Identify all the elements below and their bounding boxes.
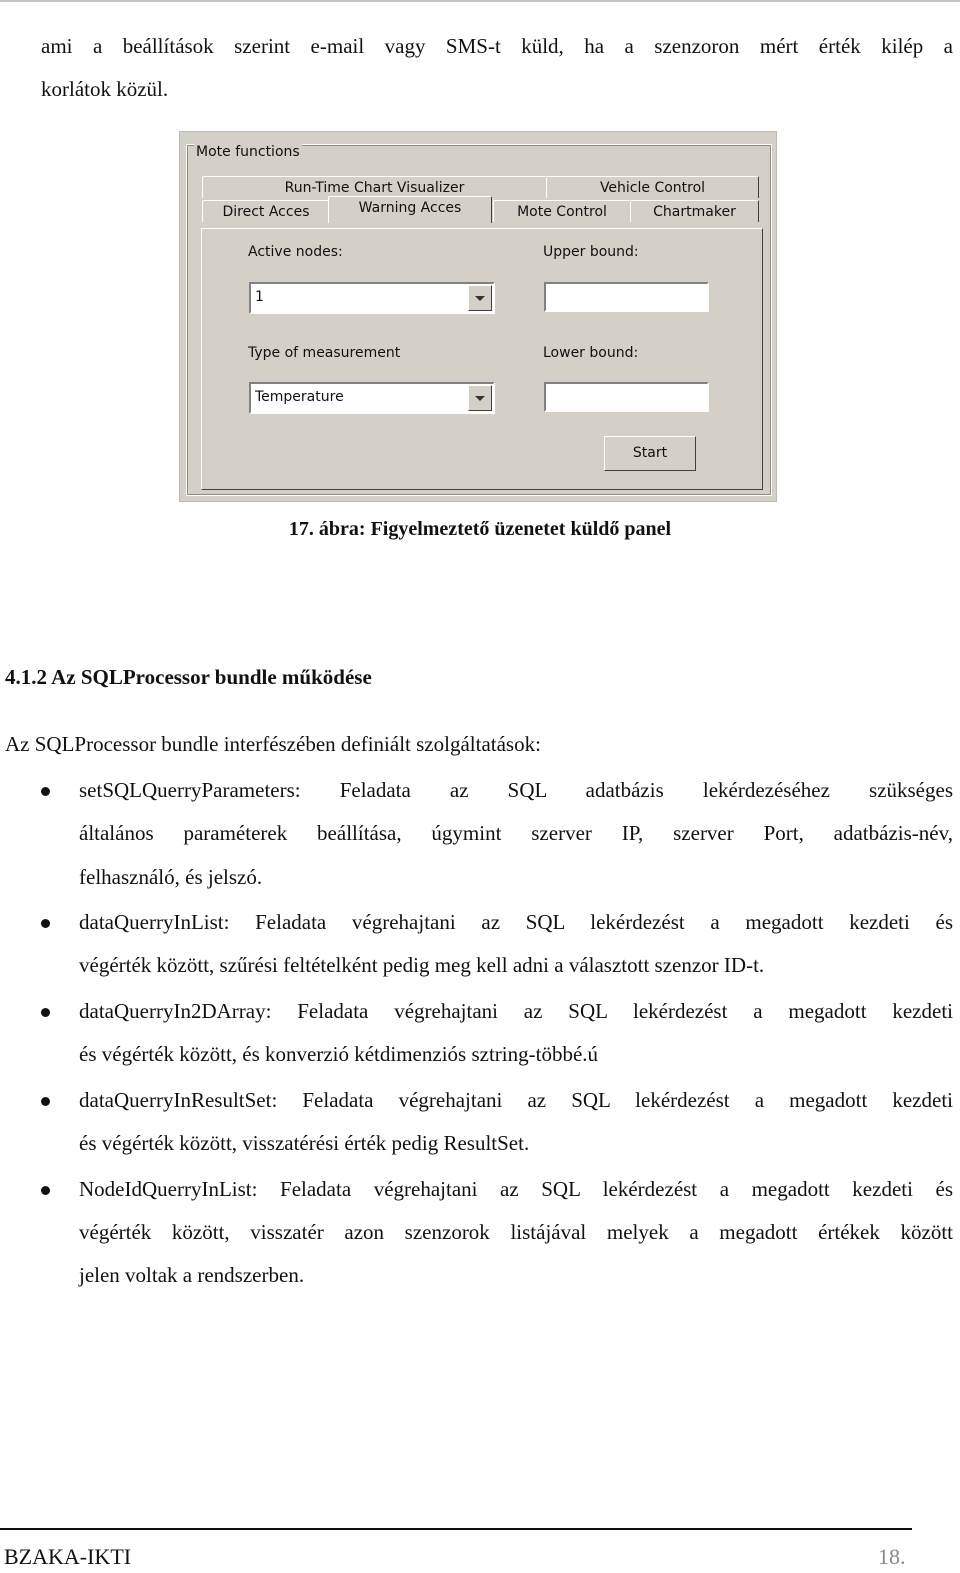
tab-warning-acces[interactable]: Warning Acces — [328, 196, 492, 223]
section-heading: 4.1.2 Az SQLProcessor bundle működése — [5, 665, 372, 689]
list-item: NodeIdQuerryInList: Feladata végrehajtan… — [79, 1177, 953, 1201]
type-of-measurement-value: Temperature — [255, 389, 344, 405]
type-of-measurement-label: Type of measurement — [248, 345, 401, 361]
section-intro: Az SQLProcessor bundle interfészében def… — [5, 732, 541, 756]
mote-functions-screenshot: Mote functions Run-Time Chart Visualizer… — [179, 131, 777, 502]
chevron-down-icon[interactable] — [468, 385, 492, 411]
bullet-icon — [41, 1097, 50, 1106]
bullet-icon — [41, 787, 50, 796]
lower-bound-label: Lower bound: — [543, 345, 639, 361]
page-number: 18. — [878, 1544, 906, 1569]
bullet-icon — [41, 919, 50, 928]
tab-run-time-chart-visualizer[interactable]: Run-Time Chart Visualizer — [202, 176, 547, 198]
list-item: dataQuerryIn2DArray: Feladata végrehajta… — [79, 999, 953, 1023]
list-item-cont: végérték között, visszatér azon szenzoro… — [79, 1220, 953, 1244]
list-item: dataQuerryInList: Feladata végrehajtani … — [79, 910, 953, 934]
list-item-cont: és végérték között, visszatérési érték p… — [79, 1131, 530, 1155]
list-item-cont: felhasználó, és jelszó. — [79, 865, 263, 889]
start-button[interactable]: Start — [604, 436, 696, 471]
footer-label: BZAKA-IKTI — [4, 1544, 132, 1569]
list-item-cont: jelen voltak a rendszerben. — [79, 1263, 305, 1287]
figure-caption: 17. ábra: Figyelmeztető üzenetet küldő p… — [288, 518, 672, 540]
footer-rule — [0, 1528, 912, 1530]
upper-bound-input[interactable] — [544, 282, 709, 312]
list-item-cont: és végérték között, és konverzió kétdime… — [79, 1042, 599, 1066]
active-nodes-combo[interactable]: 1 — [249, 282, 495, 314]
list-item: setSQLQuerryParameters: Feladata az SQL … — [79, 778, 953, 802]
list-item-cont: végérték között, szűrési feltételként pe… — [79, 953, 765, 977]
intro-line-1: ami a beállítások szerint e-mail vagy SM… — [41, 34, 953, 58]
page-top-border — [0, 0, 960, 2]
tab-mote-control[interactable]: Mote Control — [493, 200, 631, 222]
bullet-icon — [41, 1008, 50, 1017]
list-item-cont: általános paraméterek beállítása, úgymin… — [79, 821, 953, 845]
active-nodes-label: Active nodes: — [248, 244, 343, 260]
bullet-icon — [41, 1186, 50, 1195]
intro-line-2: korlátok közül. — [41, 77, 169, 101]
list-item: dataQuerryInResultSet: Feladata végrehaj… — [79, 1088, 953, 1112]
tab-chartmaker[interactable]: Chartmaker — [630, 200, 759, 222]
chevron-down-icon[interactable] — [468, 285, 492, 311]
upper-bound-label: Upper bound: — [543, 244, 639, 260]
tab-vehicle-control[interactable]: Vehicle Control — [546, 176, 759, 198]
lower-bound-input[interactable] — [544, 382, 709, 412]
tab-direct-acces[interactable]: Direct Acces — [202, 200, 330, 222]
active-nodes-value: 1 — [255, 289, 264, 305]
group-label: Mote functions — [194, 144, 302, 160]
type-of-measurement-combo[interactable]: Temperature — [249, 382, 495, 414]
